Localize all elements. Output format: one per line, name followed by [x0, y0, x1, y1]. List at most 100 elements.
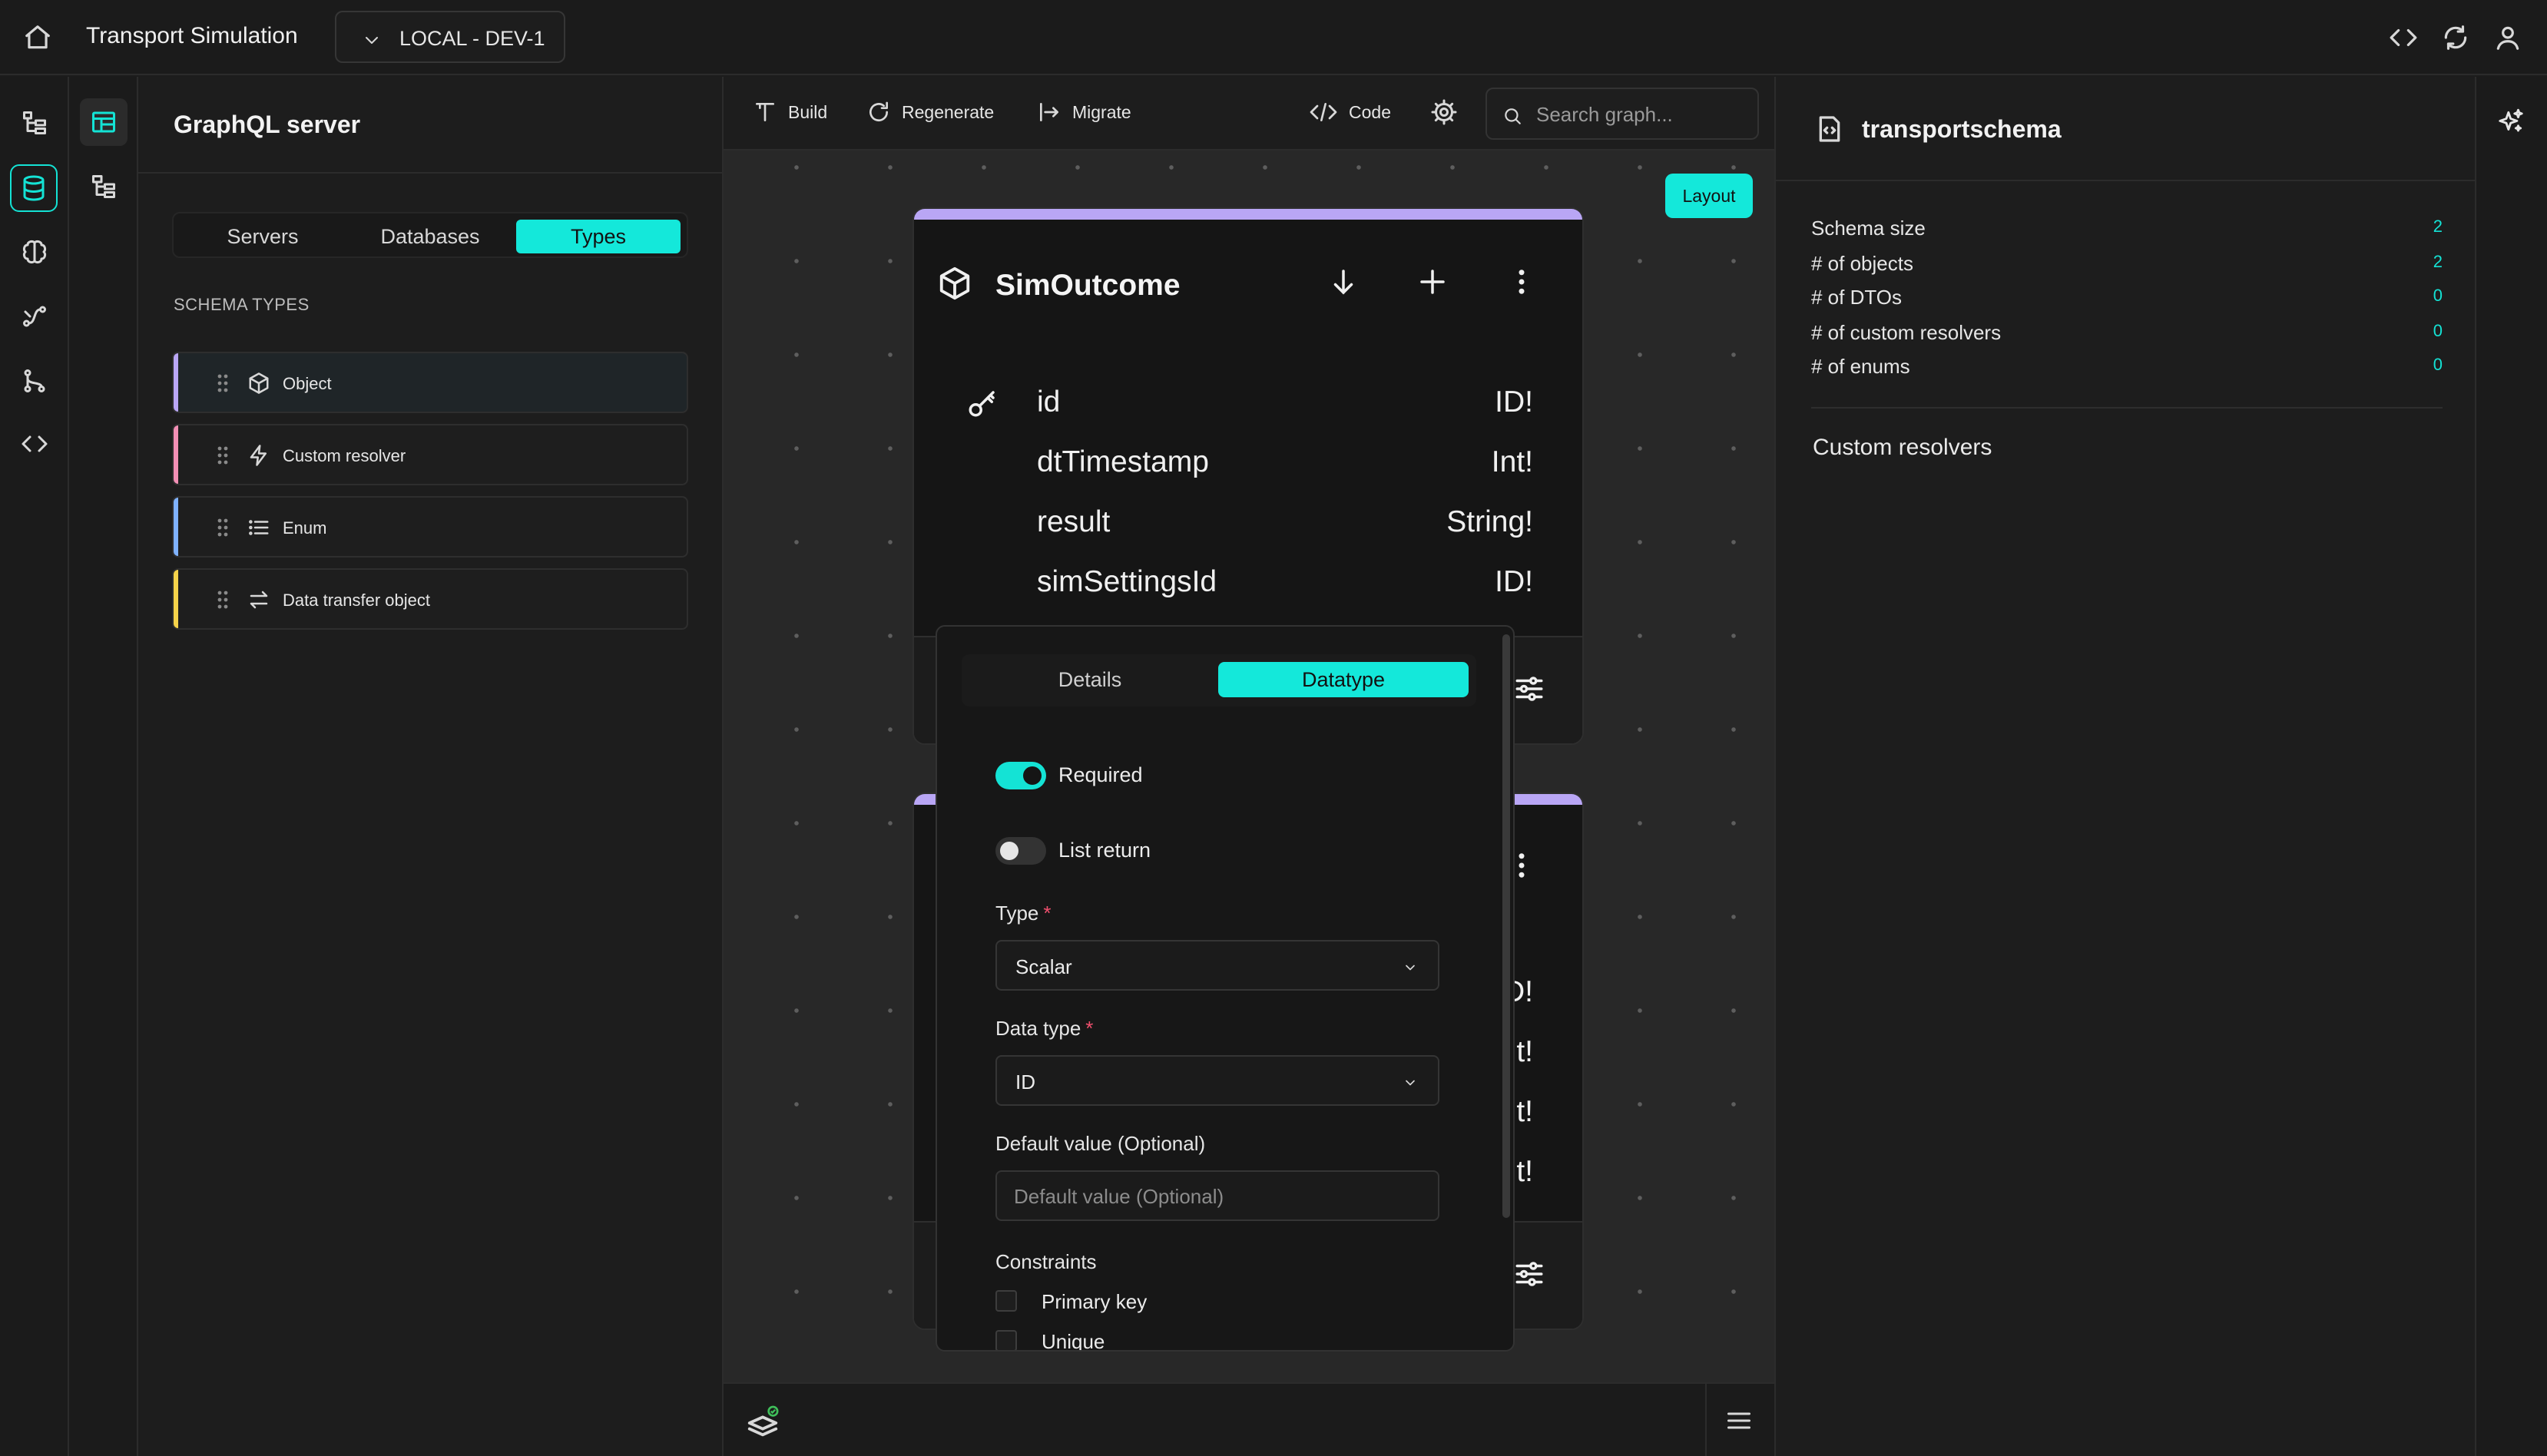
schema-type-dto[interactable]: Data transfer object	[172, 568, 688, 630]
regenerate-button[interactable]: Regenerate	[866, 100, 994, 124]
default-value-field[interactable]	[995, 1170, 1439, 1221]
divider	[1776, 180, 2475, 181]
layout-button[interactable]: Layout	[1665, 174, 1753, 218]
schema-type-label: Data transfer object	[283, 591, 430, 610]
hierarchy-icon[interactable]	[80, 163, 128, 210]
more-vertical-icon[interactable]	[1505, 266, 1538, 298]
unique-checkbox[interactable]	[995, 1330, 1017, 1350]
divider	[1705, 1384, 1707, 1456]
code-button[interactable]: Code	[1309, 100, 1391, 124]
type-select[interactable]: Scalar	[995, 940, 1439, 991]
home-icon[interactable]	[23, 23, 52, 52]
tab-details[interactable]: Details	[962, 662, 1218, 697]
graphql-server-panel: GraphQL server Servers Databases Types S…	[138, 77, 724, 1456]
search-graph-box[interactable]	[1485, 88, 1759, 140]
schema-type-object[interactable]: Object	[172, 352, 688, 413]
assistant-rail	[2476, 77, 2547, 1456]
sliders-icon[interactable]	[1513, 673, 1545, 705]
tab-types[interactable]: Types	[516, 220, 681, 253]
default-value-input[interactable]	[1014, 1184, 1413, 1209]
primary-key-label: Primary key	[1042, 1290, 1148, 1313]
server-tabs: Servers Databases Types	[172, 212, 688, 258]
menu-icon[interactable]	[1725, 1407, 1753, 1434]
chevron-down-icon	[1406, 1080, 1415, 1086]
field-type: String!	[1446, 505, 1533, 538]
brain-icon[interactable]	[18, 235, 51, 269]
stat-row: # of enums 0	[1811, 355, 2443, 378]
type-field-label: Type *	[995, 902, 1052, 925]
drag-handle-icon[interactable]	[217, 373, 229, 393]
environment-select[interactable]: LOCAL - DEV-1	[335, 11, 565, 63]
schema-type-custom-resolver[interactable]: Custom resolver	[172, 424, 688, 485]
field-row[interactable]: simSettingsId ID!	[914, 559, 1582, 605]
drag-handle-icon[interactable]	[217, 445, 229, 465]
git-branch-icon[interactable]	[18, 364, 51, 398]
list-icon	[249, 520, 269, 535]
user-icon[interactable]	[2493, 23, 2522, 52]
search-input[interactable]	[1536, 101, 1744, 127]
required-toggle[interactable]	[995, 762, 1046, 789]
popover-scrollbar[interactable]	[1502, 634, 1510, 1218]
arrow-down-icon[interactable]	[1327, 266, 1360, 298]
migrate-icon	[1040, 103, 1058, 121]
field-type: t!	[1516, 1035, 1533, 1068]
code-file-icon	[1819, 116, 1840, 142]
schema-types-heading: SCHEMA TYPES	[174, 295, 310, 314]
divider	[1811, 407, 2443, 409]
layers-icon[interactable]	[745, 1405, 780, 1441]
data-type-select[interactable]: ID	[995, 1055, 1439, 1106]
unique-label: Unique	[1042, 1330, 1105, 1352]
field-name: result	[1037, 505, 1111, 538]
list-return-toggle[interactable]	[995, 837, 1046, 865]
cube-icon	[939, 266, 970, 300]
tab-datatype[interactable]: Datatype	[1218, 662, 1469, 697]
divider	[138, 172, 724, 174]
build-icon	[756, 103, 774, 121]
schema-table-icon[interactable]	[80, 98, 128, 146]
tree-structure-icon[interactable]	[18, 106, 51, 140]
gear-icon[interactable]	[1430, 98, 1469, 126]
field-type: Int!	[1491, 445, 1533, 478]
canvas-toolbar: Build Regenerate Migrate Code	[724, 77, 1774, 151]
chevron-down-icon	[1406, 965, 1415, 971]
field-row[interactable]: id ID!	[914, 379, 1582, 425]
data-type-field-label: Data type *	[995, 1017, 1094, 1040]
chevron-down-icon	[366, 37, 378, 44]
node-title: SimOutcome	[995, 269, 1181, 302]
custom-resolvers-title: Custom resolvers	[1813, 435, 1992, 460]
primary-key-checkbox[interactable]	[995, 1290, 1017, 1312]
field-row[interactable]: result String!	[914, 499, 1582, 545]
field-type: ID!	[1495, 386, 1533, 419]
app-title: Transport Simulation	[86, 23, 298, 48]
build-button[interactable]: Build	[753, 100, 827, 124]
field-type: t!	[1516, 1095, 1533, 1128]
schema-type-enum[interactable]: Enum	[172, 496, 688, 558]
tab-servers[interactable]: Servers	[181, 220, 344, 253]
schema-type-label: Enum	[283, 518, 327, 538]
tab-databases[interactable]: Databases	[349, 220, 512, 253]
plus-icon[interactable]	[1416, 266, 1449, 298]
primary-nav-rail	[0, 77, 69, 1456]
schema-type-label: Custom resolver	[283, 446, 406, 465]
migrate-button[interactable]: Migrate	[1037, 100, 1131, 124]
top-bar: Transport Simulation LOCAL - DEV-1	[0, 0, 2547, 75]
default-value-label: Default value (Optional)	[995, 1132, 1206, 1155]
field-row[interactable]: dtTimestamp Int!	[914, 439, 1582, 485]
sparkle-icon[interactable]	[2496, 108, 2525, 137]
field-name: id	[1037, 386, 1061, 419]
database-icon[interactable]	[10, 164, 58, 212]
swap-arrows-icon	[250, 591, 268, 609]
environment-label: LOCAL - DEV-1	[399, 27, 545, 50]
flow-icon[interactable]	[18, 299, 51, 333]
canvas-bottom-bar	[724, 1382, 1774, 1456]
drag-handle-icon[interactable]	[217, 590, 229, 610]
drag-handle-icon[interactable]	[217, 518, 229, 538]
stat-row: # of custom resolvers 0	[1811, 321, 2443, 344]
code-icon[interactable]	[18, 427, 51, 461]
schema-header: transportschema	[1814, 114, 2062, 144]
code-brackets-icon[interactable]	[2389, 23, 2418, 52]
refresh-icon[interactable]	[2441, 23, 2470, 52]
sliders-icon[interactable]	[1513, 1258, 1545, 1290]
field-type: ID!	[1495, 565, 1533, 598]
required-label: Required	[1058, 763, 1143, 786]
